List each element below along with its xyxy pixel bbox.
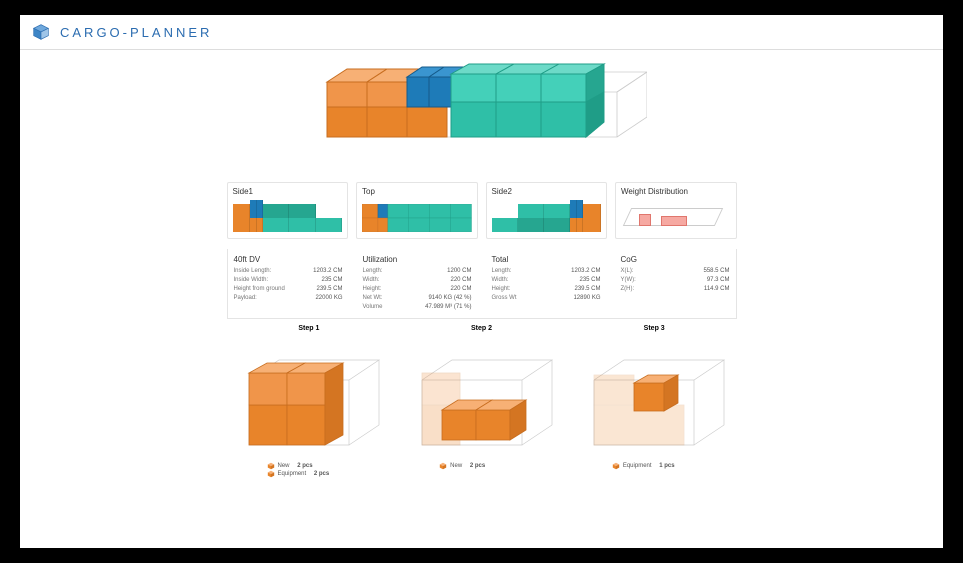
top-diagram [362, 204, 472, 234]
stat-cog: CoG X(L):558.5 CM Y(W):97.3 CM Z(H):114.… [615, 253, 736, 314]
stat-title: Total [492, 255, 601, 264]
step-legend: New 2 pcs Equipment 2 pcs [227, 462, 392, 478]
app-header: CARGO-PLANNER [20, 15, 943, 50]
step-legend: Equipment 1 pcs [572, 462, 737, 470]
stat-title: CoG [621, 255, 730, 264]
step-3d-2 [399, 335, 564, 460]
logo-box-icon [30, 21, 52, 43]
legend-line: Equipment 2 pcs [267, 470, 392, 478]
stats-row: 40ft DV Inside Length:1203.2 CM Inside W… [227, 249, 737, 319]
step-card-3[interactable]: Step 3 [572, 325, 737, 478]
view-side1[interactable]: Side1 [227, 182, 349, 239]
stat-title: Utilization [363, 255, 472, 264]
view-title: Top [362, 187, 472, 196]
view-side2[interactable]: Side2 [486, 182, 608, 239]
step-3d-3 [572, 335, 737, 460]
side1-diagram [233, 204, 343, 232]
step-title: Step 2 [399, 325, 564, 332]
brand-name: CARGO-PLANNER [60, 25, 212, 40]
step-3d-1 [227, 335, 392, 460]
wd-diagram [621, 204, 731, 232]
legend-line: New 2 pcs [439, 462, 564, 470]
legend-line: New 2 pcs [267, 462, 392, 470]
view-top[interactable]: Top [356, 182, 478, 239]
view-title: Weight Distribution [621, 187, 731, 196]
stat-container: 40ft DV Inside Length:1203.2 CM Inside W… [228, 253, 349, 314]
views-row: Side1 Top [227, 182, 737, 239]
app-frame: CARGO-PLANNER [20, 15, 943, 548]
box-icon [439, 462, 447, 470]
view-title: Side2 [492, 187, 602, 196]
box-icon [267, 462, 275, 470]
stat-title: 40ft DV [234, 255, 343, 264]
box-icon [267, 470, 275, 478]
steps-row: Step 1 [227, 325, 737, 478]
side2-diagram [492, 204, 602, 232]
content-area: Side1 Top [20, 50, 943, 490]
main-3d-view[interactable] [317, 62, 647, 172]
step-card-1[interactable]: Step 1 [227, 325, 392, 478]
view-weight-distribution[interactable]: Weight Distribution [615, 182, 737, 239]
step-legend: New 2 pcs [399, 462, 564, 470]
step-title: Step 1 [227, 325, 392, 332]
box-icon [612, 462, 620, 470]
step-card-2[interactable]: Step 2 [399, 325, 564, 478]
stat-utilization: Utilization Length:1200 CM Width:220 CM … [357, 253, 478, 314]
legend-line: Equipment 1 pcs [612, 462, 737, 470]
step-title: Step 3 [572, 325, 737, 332]
stat-total: Total Length:1203.2 CM Width:235 CM Heig… [486, 253, 607, 314]
view-title: Side1 [233, 187, 343, 196]
